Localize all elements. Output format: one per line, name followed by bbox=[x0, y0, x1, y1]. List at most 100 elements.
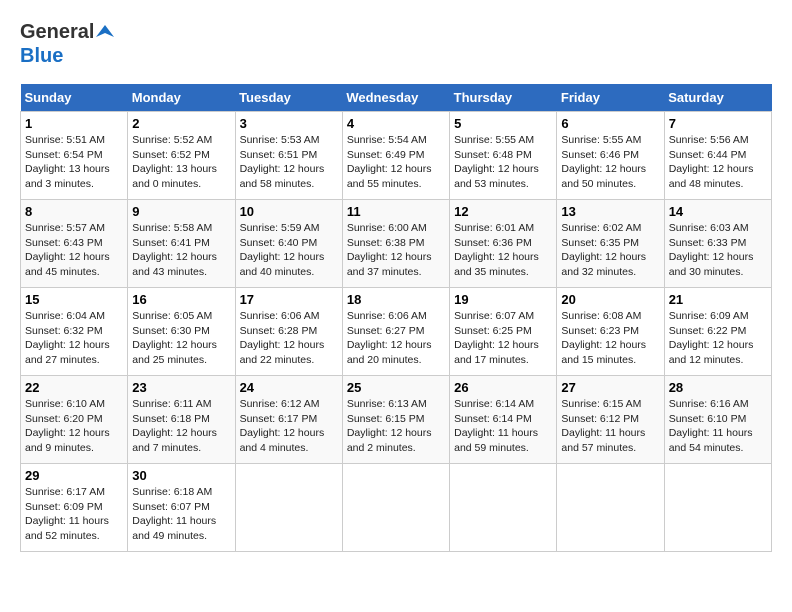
day-number: 19 bbox=[454, 292, 552, 307]
day-number: 15 bbox=[25, 292, 123, 307]
day-number: 30 bbox=[132, 468, 230, 483]
calendar-week-row: 1 Sunrise: 5:51 AMSunset: 6:54 PMDayligh… bbox=[21, 112, 772, 200]
day-info: Sunrise: 6:06 AMSunset: 6:28 PMDaylight:… bbox=[240, 310, 325, 366]
col-sunday: Sunday bbox=[21, 84, 128, 112]
calendar-day-cell: 16 Sunrise: 6:05 AMSunset: 6:30 PMDaylig… bbox=[128, 288, 235, 376]
page-header: General Blue bbox=[20, 20, 772, 68]
logo-general: General bbox=[20, 20, 94, 44]
calendar-day-cell: 1 Sunrise: 5:51 AMSunset: 6:54 PMDayligh… bbox=[21, 112, 128, 200]
day-number: 6 bbox=[561, 116, 659, 131]
col-tuesday: Tuesday bbox=[235, 84, 342, 112]
day-number: 20 bbox=[561, 292, 659, 307]
day-info: Sunrise: 6:03 AMSunset: 6:33 PMDaylight:… bbox=[669, 222, 754, 278]
calendar-day-cell: 12 Sunrise: 6:01 AMSunset: 6:36 PMDaylig… bbox=[450, 200, 557, 288]
calendar-day-cell: 7 Sunrise: 5:56 AMSunset: 6:44 PMDayligh… bbox=[664, 112, 771, 200]
col-thursday: Thursday bbox=[450, 84, 557, 112]
calendar-day-cell: 20 Sunrise: 6:08 AMSunset: 6:23 PMDaylig… bbox=[557, 288, 664, 376]
day-number: 16 bbox=[132, 292, 230, 307]
day-number: 5 bbox=[454, 116, 552, 131]
day-number: 27 bbox=[561, 380, 659, 395]
calendar-day-cell: 10 Sunrise: 5:59 AMSunset: 6:40 PMDaylig… bbox=[235, 200, 342, 288]
day-number: 25 bbox=[347, 380, 445, 395]
col-friday: Friday bbox=[557, 84, 664, 112]
day-info: Sunrise: 6:06 AMSunset: 6:27 PMDaylight:… bbox=[347, 310, 432, 366]
day-number: 10 bbox=[240, 204, 338, 219]
day-number: 9 bbox=[132, 204, 230, 219]
calendar-week-row: 29 Sunrise: 6:17 AMSunset: 6:09 PMDaylig… bbox=[21, 464, 772, 552]
day-info: Sunrise: 6:15 AMSunset: 6:12 PMDaylight:… bbox=[561, 398, 645, 454]
calendar-day-cell: 4 Sunrise: 5:54 AMSunset: 6:49 PMDayligh… bbox=[342, 112, 449, 200]
calendar-day-cell: 15 Sunrise: 6:04 AMSunset: 6:32 PMDaylig… bbox=[21, 288, 128, 376]
day-info: Sunrise: 6:07 AMSunset: 6:25 PMDaylight:… bbox=[454, 310, 539, 366]
calendar-day-cell: 21 Sunrise: 6:09 AMSunset: 6:22 PMDaylig… bbox=[664, 288, 771, 376]
day-number: 17 bbox=[240, 292, 338, 307]
day-number: 1 bbox=[25, 116, 123, 131]
calendar-day-cell: 28 Sunrise: 6:16 AMSunset: 6:10 PMDaylig… bbox=[664, 376, 771, 464]
day-number: 12 bbox=[454, 204, 552, 219]
day-info: Sunrise: 6:00 AMSunset: 6:38 PMDaylight:… bbox=[347, 222, 432, 278]
calendar-day-cell: 9 Sunrise: 5:58 AMSunset: 6:41 PMDayligh… bbox=[128, 200, 235, 288]
calendar-week-row: 22 Sunrise: 6:10 AMSunset: 6:20 PMDaylig… bbox=[21, 376, 772, 464]
calendar-day-cell: 29 Sunrise: 6:17 AMSunset: 6:09 PMDaylig… bbox=[21, 464, 128, 552]
day-info: Sunrise: 5:53 AMSunset: 6:51 PMDaylight:… bbox=[240, 134, 325, 190]
calendar-day-cell: 24 Sunrise: 6:12 AMSunset: 6:17 PMDaylig… bbox=[235, 376, 342, 464]
day-number: 21 bbox=[669, 292, 767, 307]
calendar-day-cell: 18 Sunrise: 6:06 AMSunset: 6:27 PMDaylig… bbox=[342, 288, 449, 376]
day-number: 23 bbox=[132, 380, 230, 395]
calendar-day-cell: 30 Sunrise: 6:18 AMSunset: 6:07 PMDaylig… bbox=[128, 464, 235, 552]
day-info: Sunrise: 5:59 AMSunset: 6:40 PMDaylight:… bbox=[240, 222, 325, 278]
day-number: 24 bbox=[240, 380, 338, 395]
calendar-day-cell: 22 Sunrise: 6:10 AMSunset: 6:20 PMDaylig… bbox=[21, 376, 128, 464]
calendar-table: Sunday Monday Tuesday Wednesday Thursday… bbox=[20, 84, 772, 552]
day-number: 4 bbox=[347, 116, 445, 131]
logo-blue: Blue bbox=[20, 45, 63, 67]
day-info: Sunrise: 6:11 AMSunset: 6:18 PMDaylight:… bbox=[132, 398, 217, 454]
logo: General Blue bbox=[20, 20, 114, 68]
day-info: Sunrise: 6:05 AMSunset: 6:30 PMDaylight:… bbox=[132, 310, 217, 366]
day-number: 26 bbox=[454, 380, 552, 395]
calendar-week-row: 8 Sunrise: 5:57 AMSunset: 6:43 PMDayligh… bbox=[21, 200, 772, 288]
day-number: 29 bbox=[25, 468, 123, 483]
day-number: 13 bbox=[561, 204, 659, 219]
calendar-day-cell: 14 Sunrise: 6:03 AMSunset: 6:33 PMDaylig… bbox=[664, 200, 771, 288]
calendar-day-cell: 6 Sunrise: 5:55 AMSunset: 6:46 PMDayligh… bbox=[557, 112, 664, 200]
day-number: 2 bbox=[132, 116, 230, 131]
day-number: 14 bbox=[669, 204, 767, 219]
calendar-header-row: Sunday Monday Tuesday Wednesday Thursday… bbox=[21, 84, 772, 112]
day-info: Sunrise: 5:51 AMSunset: 6:54 PMDaylight:… bbox=[25, 134, 110, 190]
day-info: Sunrise: 5:58 AMSunset: 6:41 PMDaylight:… bbox=[132, 222, 217, 278]
day-info: Sunrise: 5:57 AMSunset: 6:43 PMDaylight:… bbox=[25, 222, 110, 278]
day-number: 18 bbox=[347, 292, 445, 307]
day-number: 7 bbox=[669, 116, 767, 131]
day-info: Sunrise: 6:12 AMSunset: 6:17 PMDaylight:… bbox=[240, 398, 325, 454]
day-info: Sunrise: 6:14 AMSunset: 6:14 PMDaylight:… bbox=[454, 398, 538, 454]
day-info: Sunrise: 6:01 AMSunset: 6:36 PMDaylight:… bbox=[454, 222, 539, 278]
calendar-day-cell bbox=[664, 464, 771, 552]
day-info: Sunrise: 5:56 AMSunset: 6:44 PMDaylight:… bbox=[669, 134, 754, 190]
day-info: Sunrise: 6:16 AMSunset: 6:10 PMDaylight:… bbox=[669, 398, 753, 454]
day-info: Sunrise: 6:04 AMSunset: 6:32 PMDaylight:… bbox=[25, 310, 110, 366]
day-number: 22 bbox=[25, 380, 123, 395]
col-wednesday: Wednesday bbox=[342, 84, 449, 112]
calendar-day-cell: 25 Sunrise: 6:13 AMSunset: 6:15 PMDaylig… bbox=[342, 376, 449, 464]
day-info: Sunrise: 6:13 AMSunset: 6:15 PMDaylight:… bbox=[347, 398, 432, 454]
calendar-week-row: 15 Sunrise: 6:04 AMSunset: 6:32 PMDaylig… bbox=[21, 288, 772, 376]
calendar-day-cell bbox=[557, 464, 664, 552]
day-info: Sunrise: 5:55 AMSunset: 6:46 PMDaylight:… bbox=[561, 134, 646, 190]
day-info: Sunrise: 5:54 AMSunset: 6:49 PMDaylight:… bbox=[347, 134, 432, 190]
col-monday: Monday bbox=[128, 84, 235, 112]
day-info: Sunrise: 5:55 AMSunset: 6:48 PMDaylight:… bbox=[454, 134, 539, 190]
calendar-day-cell bbox=[235, 464, 342, 552]
day-info: Sunrise: 6:02 AMSunset: 6:35 PMDaylight:… bbox=[561, 222, 646, 278]
calendar-day-cell: 23 Sunrise: 6:11 AMSunset: 6:18 PMDaylig… bbox=[128, 376, 235, 464]
day-number: 28 bbox=[669, 380, 767, 395]
day-info: Sunrise: 5:52 AMSunset: 6:52 PMDaylight:… bbox=[132, 134, 217, 190]
calendar-day-cell: 27 Sunrise: 6:15 AMSunset: 6:12 PMDaylig… bbox=[557, 376, 664, 464]
calendar-day-cell: 3 Sunrise: 5:53 AMSunset: 6:51 PMDayligh… bbox=[235, 112, 342, 200]
logo-bird-icon bbox=[96, 23, 114, 41]
calendar-day-cell bbox=[342, 464, 449, 552]
calendar-day-cell: 5 Sunrise: 5:55 AMSunset: 6:48 PMDayligh… bbox=[450, 112, 557, 200]
col-saturday: Saturday bbox=[664, 84, 771, 112]
calendar-day-cell: 11 Sunrise: 6:00 AMSunset: 6:38 PMDaylig… bbox=[342, 200, 449, 288]
day-number: 8 bbox=[25, 204, 123, 219]
